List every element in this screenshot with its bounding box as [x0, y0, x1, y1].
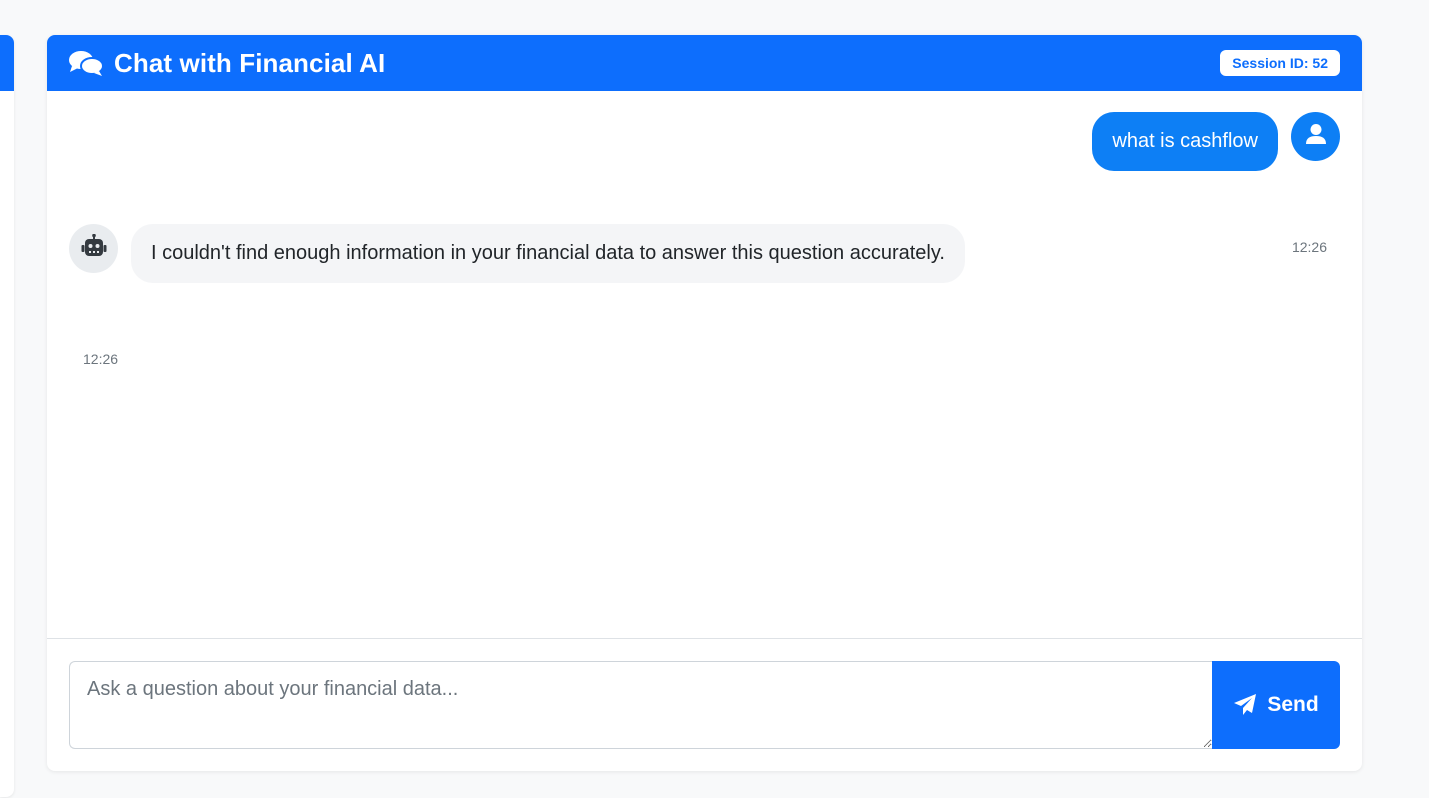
- send-button-label: Send: [1267, 693, 1319, 716]
- chat-header: Chat with Financial AI Session ID: 52: [47, 35, 1362, 91]
- assistant-message-time: 12:26: [83, 351, 119, 367]
- paper-plane-icon: [1233, 693, 1257, 717]
- message-input[interactable]: [69, 661, 1212, 749]
- user-message-time: 12:26: [1291, 239, 1327, 255]
- chat-card: Chat with Financial AI Session ID: 52 wh…: [47, 35, 1362, 771]
- chat-title: Chat with Financial AI: [114, 47, 386, 78]
- user-avatar: [1291, 112, 1340, 161]
- send-button[interactable]: Send: [1212, 661, 1340, 749]
- assistant-message: I couldn't find enough information in yo…: [69, 224, 965, 283]
- comments-icon: [68, 49, 104, 77]
- user-icon: [1305, 123, 1327, 150]
- robot-icon: [81, 233, 107, 263]
- assistant-avatar: [69, 224, 118, 273]
- user-message: what is cashflow: [1092, 112, 1340, 171]
- left-panel-header-strip: [0, 35, 14, 91]
- session-id-badge: Session ID: 52: [1220, 50, 1340, 76]
- user-message-bubble: what is cashflow: [1092, 112, 1278, 171]
- assistant-message-bubble: I couldn't find enough information in yo…: [131, 224, 965, 283]
- left-panel-edge: [0, 35, 14, 797]
- message-composer: Send: [47, 638, 1362, 771]
- message-list[interactable]: what is cashflow 12:26 I couldn't find e…: [47, 91, 1362, 638]
